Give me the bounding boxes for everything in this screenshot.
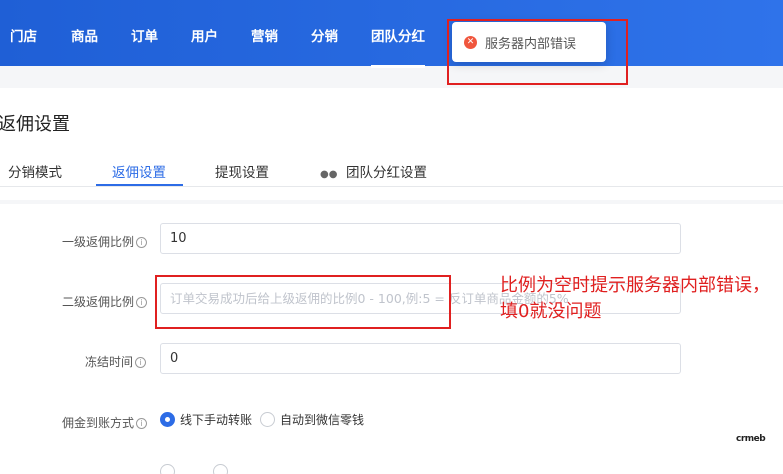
help-icon[interactable]: i — [136, 297, 148, 308]
radio-button[interactable] — [260, 412, 275, 427]
payout-method-label-text: 佣金到账方式 — [62, 416, 135, 430]
radio-offline-label: 线下手动转账 — [180, 413, 253, 427]
freeze-time-label-text: 冻结时间 — [85, 355, 134, 369]
tab-commission-settings[interactable]: 返佣设置 — [112, 161, 166, 181]
payout-method-label: 佣金到账方式 i — [62, 414, 148, 431]
radio-wechat-label: 自动到微信零钱 — [280, 413, 365, 427]
radio-offline-transfer[interactable]: 线下手动转账 — [160, 411, 252, 428]
help-icon[interactable]: i — [135, 357, 147, 368]
freeze-time-label: 冻结时间 i — [85, 353, 147, 370]
level2-label-text: 二级返佣比例 — [62, 295, 135, 309]
radio-button-checked[interactable] — [160, 412, 175, 427]
level1-label: 一级返佣比例 i — [62, 233, 148, 250]
tab-team-bonus-settings[interactable]: ●● 团队分红设置 — [320, 161, 427, 181]
radio-wechat-auto[interactable]: 自动到微信零钱 — [260, 411, 364, 428]
radio-button[interactable] — [160, 464, 175, 474]
tab-team-bonus-label: 团队分红设置 — [346, 165, 427, 181]
nav-item-orders[interactable]: 订单 — [131, 25, 158, 45]
page-title: 返佣设置 — [0, 114, 70, 135]
next-radio-row-partial — [160, 464, 266, 474]
radio-button[interactable] — [213, 464, 228, 474]
help-icon[interactable]: i — [136, 237, 148, 248]
freeze-time-input[interactable]: 0 — [160, 343, 681, 374]
nav-item-marketing[interactable]: 营销 — [251, 25, 278, 45]
tab-distribution-mode[interactable]: 分销模式 — [8, 161, 62, 181]
nav-item-distribution[interactable]: 分销 — [311, 25, 338, 45]
nav-item-products[interactable]: 商品 — [71, 25, 98, 45]
tab-withdraw-settings[interactable]: 提现设置 — [215, 161, 269, 181]
annotation-box-toast — [447, 19, 628, 85]
help-icon[interactable]: i — [136, 418, 148, 429]
crmeb-logo: crmeb — [736, 434, 766, 444]
level1-ratio-input[interactable]: 10 — [160, 223, 681, 254]
annotation-box-input — [155, 275, 451, 329]
tab-divider — [0, 186, 783, 187]
level2-label: 二级返佣比例 i — [62, 293, 148, 310]
level1-label-text: 一级返佣比例 — [62, 235, 135, 249]
nav-item-store[interactable]: 门店 — [10, 25, 37, 45]
nav-item-users[interactable]: 用户 — [191, 25, 218, 45]
annotation-note: 比例为空时提示服务器内部错误，填0就没问题 — [500, 275, 770, 322]
users-icon: ●● — [320, 169, 338, 180]
top-nav-bar: 门店 商品 订单 用户 营销 分销 团队分红 e — [0, 0, 783, 68]
nav-item-team-bonus[interactable]: 团队分红 — [371, 25, 425, 68]
